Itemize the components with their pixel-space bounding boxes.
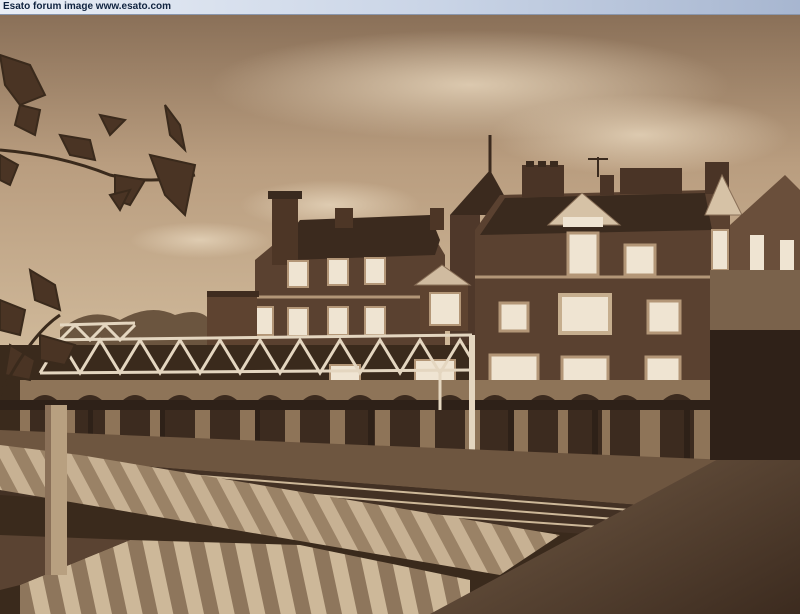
cloud (130, 222, 270, 258)
caption-bar: Esato forum image www.esato.com (0, 0, 800, 15)
image-viewer: Esato forum image www.esato.com (0, 0, 800, 614)
platform-canopy (0, 400, 730, 410)
caption-text: Esato forum image www.esato.com (3, 1, 172, 12)
cloud (490, 95, 790, 175)
sepia-photo-railway-station (0, 15, 800, 614)
